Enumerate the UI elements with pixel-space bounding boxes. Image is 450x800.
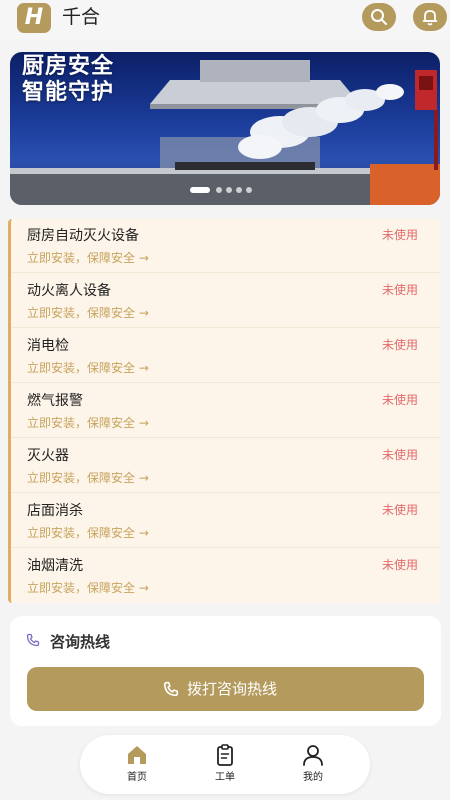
status-badge: 未使用 <box>381 393 418 407</box>
service-item-gas-alarm[interactable]: 燃气报警 立即安装，保障安全 → 未使用 <box>11 384 440 438</box>
app-title: 千合 <box>62 6 101 28</box>
search-icon <box>371 9 387 25</box>
install-link[interactable]: 立即安装，保障安全 → <box>27 249 149 267</box>
service-name: 店面消杀 <box>27 503 83 519</box>
logo-letter: H <box>24 5 44 30</box>
service-item-extinguisher[interactable]: 灭火器 立即安装，保障安全 → 未使用 <box>11 439 440 493</box>
service-name: 灭火器 <box>27 448 69 464</box>
carousel-dot[interactable] <box>226 187 232 193</box>
service-name: 动火离人设备 <box>27 283 111 299</box>
phone-icon <box>26 633 40 647</box>
nav-item-profile[interactable]: 我的 <box>283 735 343 794</box>
service-item-kitchen-fire-suppression[interactable]: 厨房自动灭火设备 立即安装，保障安全 → 未使用 <box>11 219 440 273</box>
clipboard-icon <box>217 744 233 766</box>
carousel-dot-active[interactable] <box>190 187 210 193</box>
status-badge: 未使用 <box>381 558 418 572</box>
notification-button[interactable] <box>413 3 447 31</box>
service-name: 燃气报警 <box>27 393 83 409</box>
nav-item-home[interactable]: 首页 <box>107 735 167 794</box>
call-hotline-button[interactable]: 拨打咨询热线 <box>27 667 424 711</box>
nav-label: 我的 <box>303 772 323 783</box>
install-link[interactable]: 立即安装，保障安全 → <box>27 579 149 597</box>
bell-icon <box>422 10 438 26</box>
install-link[interactable]: 立即安装，保障安全 → <box>27 304 149 322</box>
bottom-nav: 首页 工单 我的 <box>80 735 370 794</box>
phone-icon <box>163 681 179 697</box>
service-item-disinfection[interactable]: 店面消杀 立即安装，保障安全 → 未使用 <box>11 494 440 548</box>
user-icon <box>303 745 323 766</box>
install-link[interactable]: 立即安装，保障安全 → <box>27 414 149 432</box>
service-list: 厨房自动灭火设备 立即安装，保障安全 → 未使用 动火离人设备 立即安装，保障安… <box>8 219 440 603</box>
home-icon <box>128 746 146 764</box>
service-name: 厨房自动灭火设备 <box>27 228 139 244</box>
status-badge: 未使用 <box>381 338 418 352</box>
status-badge: 未使用 <box>381 503 418 517</box>
nav-item-orders[interactable]: 工单 <box>195 735 255 794</box>
banner-title-line1: 厨房安全 <box>22 54 115 79</box>
carousel-dot[interactable] <box>216 187 222 193</box>
service-item-fire-unattended[interactable]: 动火离人设备 立即安装，保障安全 → 未使用 <box>11 274 440 328</box>
service-item-hood-cleaning[interactable]: 油烟清洗 立即安装，保障安全 → 未使用 <box>11 549 440 603</box>
carousel-dot[interactable] <box>236 187 242 193</box>
service-item-electrical-inspection[interactable]: 消电检 立即安装，保障安全 → 未使用 <box>11 329 440 383</box>
nav-label: 工单 <box>215 772 235 783</box>
status-badge: 未使用 <box>381 228 418 242</box>
install-link[interactable]: 立即安装，保障安全 → <box>27 469 149 487</box>
install-link[interactable]: 立即安装，保障安全 → <box>27 524 149 542</box>
service-name: 消电检 <box>27 338 69 354</box>
search-button[interactable] <box>362 3 396 31</box>
promo-banner[interactable]: 厨房安全 智能守护 <box>10 52 440 205</box>
call-button-label: 拨打咨询热线 <box>187 680 278 698</box>
status-badge: 未使用 <box>381 448 418 462</box>
service-name: 油烟清洗 <box>27 558 83 574</box>
install-link[interactable]: 立即安装，保障安全 → <box>27 359 149 377</box>
carousel-dot[interactable] <box>246 187 252 193</box>
nav-label: 首页 <box>127 772 147 783</box>
top-header: H 千合 <box>0 0 450 40</box>
app-logo: H <box>17 3 51 33</box>
hotline-card: 咨询热线 拨打咨询热线 <box>10 616 441 726</box>
status-badge: 未使用 <box>381 283 418 297</box>
banner-title-line2: 智能守护 <box>22 80 115 105</box>
hotline-title: 咨询热线 <box>50 633 111 651</box>
